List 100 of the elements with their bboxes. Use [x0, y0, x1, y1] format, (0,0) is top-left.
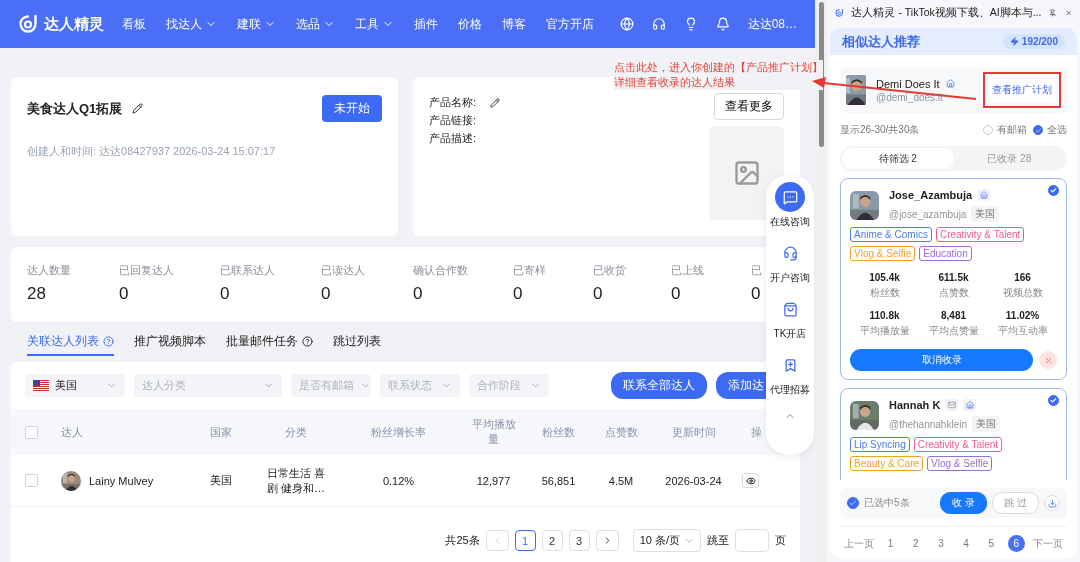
tab[interactable]: 推广视频脚本: [134, 328, 206, 356]
profile-handle: @demi_does.it: [876, 91, 944, 103]
scrollbar[interactable]: [815, 0, 827, 562]
collect-button[interactable]: 收 录: [940, 492, 988, 514]
check-icon: [1050, 187, 1057, 194]
creator-name[interactable]: Lainy Mulvey: [89, 474, 154, 487]
quota-badge: 192/200: [1002, 34, 1065, 49]
selected-count: 已选中5条: [864, 496, 910, 510]
rail-button[interactable]: [775, 182, 805, 212]
page-button[interactable]: 3: [568, 530, 590, 551]
nav-item[interactable]: 看板: [122, 15, 146, 33]
home-icon: [963, 399, 977, 411]
stat-label: 已收货: [593, 263, 627, 278]
segment-tab[interactable]: 待筛选 2: [842, 148, 954, 169]
unpin-icon[interactable]: [1049, 7, 1057, 19]
brand-name: 达人精灵: [44, 14, 104, 34]
bag-icon: [782, 301, 798, 317]
stat-value: 0: [413, 284, 424, 304]
next-page-link[interactable]: 下一页: [1033, 536, 1063, 551]
stat-value: 0: [321, 284, 332, 304]
jump-label: 跳至: [707, 533, 729, 548]
rail-label: 在线咨询: [770, 215, 810, 229]
page-button[interactable]: 2: [907, 535, 925, 552]
close-icon: [1043, 355, 1053, 365]
status-button[interactable]: 未开始: [322, 95, 382, 122]
nav-item[interactable]: 价格: [458, 15, 482, 33]
page-button[interactable]: 1: [882, 535, 900, 552]
uncollect-button[interactable]: 取消收录: [850, 349, 1033, 371]
plan-meta: 创建人和时间: 达达08427937 2026-03-24 15:07:17: [27, 144, 277, 159]
user-name[interactable]: 达达08…: [747, 15, 797, 33]
page-button[interactable]: 3: [932, 535, 950, 552]
stat-value: 0: [671, 284, 682, 304]
bolt-icon: [1009, 37, 1019, 46]
nav-item[interactable]: 官方开店: [546, 15, 594, 33]
stat-value: 0: [513, 284, 524, 304]
category-tag: Anime & Comics: [850, 227, 932, 242]
creator-handle: @thehannahklein: [889, 418, 967, 430]
nav-item[interactable]: 选品: [296, 15, 335, 33]
tab[interactable]: 跳过列表: [333, 328, 381, 356]
checkbox[interactable]: [1048, 395, 1059, 406]
nav-item[interactable]: 工具: [355, 15, 394, 33]
more-button[interactable]: 查看更多: [714, 93, 784, 120]
page-button[interactable]: 6: [1007, 535, 1025, 552]
globe-icon[interactable]: [619, 17, 634, 31]
stat-label: 已寄样: [513, 263, 547, 278]
profile-name: Demi Does It: [876, 77, 940, 90]
window-title: 达人精灵 - TikTok视频下载、AI脚本与...: [851, 6, 1042, 20]
stat-label: 点赞数: [938, 286, 969, 300]
stat-value: 11.02%: [1005, 310, 1040, 321]
stat-value: 0: [119, 284, 130, 304]
category-tag: Lip Syncing: [850, 437, 910, 452]
headphones-icon[interactable]: [651, 17, 666, 31]
nav-item[interactable]: 找达人: [166, 15, 217, 33]
page-button[interactable]: 4: [957, 535, 975, 552]
checkbox[interactable]: [1048, 185, 1059, 196]
tab[interactable]: 关联达人列表: [27, 328, 114, 356]
page-button[interactable]: 2: [541, 530, 563, 551]
view-plan-button[interactable]: 查看推广计划: [988, 77, 1056, 103]
segment-tab[interactable]: 已收录 28: [953, 148, 1065, 169]
country-select[interactable]: 美国: [25, 374, 125, 397]
creator-handle: @jose_azambuja: [889, 208, 967, 220]
view-button[interactable]: [742, 473, 759, 488]
logo-icon: [18, 14, 38, 34]
nav-item[interactable]: 插件: [414, 15, 438, 33]
action-button[interactable]: 联系全部达人: [611, 372, 707, 399]
headset-icon: [782, 245, 798, 261]
stat-label: 视频总数: [1002, 286, 1043, 300]
category-tag: Creativity & Talent: [913, 437, 1003, 452]
country-tag: 美国: [971, 206, 1000, 222]
table-cell-text: 12,977: [475, 474, 512, 487]
page-button[interactable]: 5: [982, 535, 1000, 552]
option-radio[interactable]: 有邮箱: [983, 123, 1027, 137]
mail-icon: [945, 399, 959, 411]
download-button[interactable]: [1044, 495, 1060, 511]
category-tag: Creativity & Talent: [935, 227, 1025, 242]
checkbox[interactable]: [847, 497, 859, 509]
stat-label: 已读达人: [321, 263, 366, 278]
edit-icon[interactable]: [490, 97, 501, 108]
bell-icon[interactable]: [715, 17, 730, 31]
skip-button[interactable]: 跳 过: [992, 492, 1039, 514]
option-radio[interactable]: 全选: [1033, 123, 1067, 137]
page-button[interactable]: 1: [514, 530, 536, 551]
column-header: 粉丝增长率: [370, 424, 427, 440]
stat-label: 平均播放量: [859, 324, 910, 338]
page-size-select[interactable]: 10 条/页: [632, 529, 701, 552]
stat-label: 粉丝数: [869, 286, 900, 300]
stat-label: 已上线: [671, 263, 705, 278]
chat-icon: [782, 189, 798, 205]
prev-page-link[interactable]: 上一页: [844, 536, 874, 551]
edit-icon[interactable]: [132, 103, 144, 114]
page-input[interactable]: [735, 529, 769, 552]
nav-item[interactable]: 博客: [502, 15, 526, 33]
nav-item[interactable]: 建联: [237, 15, 276, 33]
remove-button[interactable]: [1039, 351, 1057, 369]
action-button[interactable]: 添加达: [716, 372, 766, 399]
table-cell-text: 2026-03-24: [664, 474, 723, 487]
panel-title: 相似达人推荐: [842, 32, 920, 51]
tab[interactable]: 批量邮件任务: [226, 328, 313, 356]
logo-icon: [835, 6, 844, 20]
country-tag: 美国: [972, 416, 1000, 432]
